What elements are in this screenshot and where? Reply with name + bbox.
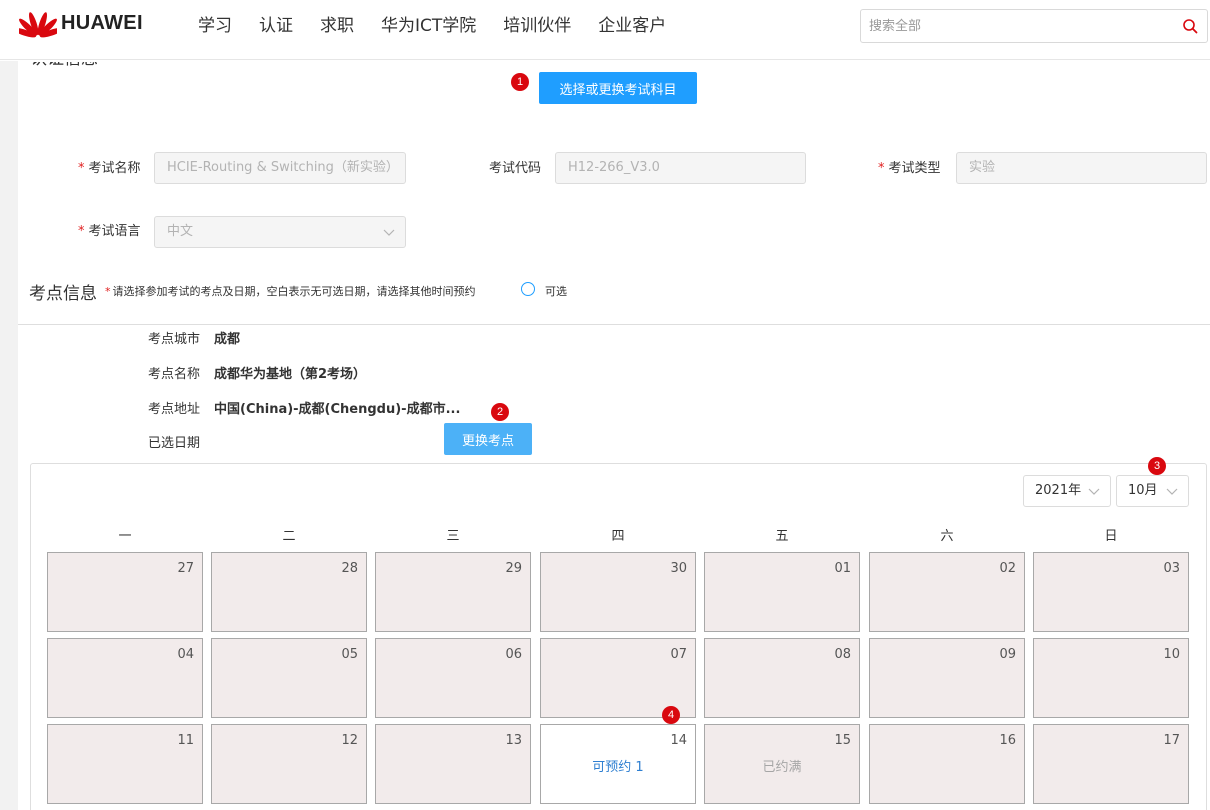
day-number: 29 [505,561,522,576]
calendar-day: 02 [869,552,1025,632]
day-number: 04 [177,647,194,662]
calendar-day: 11 [47,724,203,804]
site-city-label: 考点城市 [148,332,201,347]
top-navigation-bar: HUAWEI 学习 认证 求职 华为ICT学院 培训伙伴 企业客户 [0,0,1210,60]
day-number: 09 [999,647,1016,662]
day-number: 28 [341,561,358,576]
day-number: 15 [834,733,851,748]
site-city-value: 成都 [214,332,241,347]
weekday-header: 一 [118,529,132,544]
calendar-day: 03 [1033,552,1189,632]
day-number: 30 [670,561,687,576]
month-select-value: 10月 [1128,483,1158,498]
calendar-day: 05 [211,638,367,718]
exam-type-field: 实验 [956,152,1207,184]
weekday-header: 四 [611,529,625,544]
nav-item-certification[interactable]: 认证 [259,14,293,38]
change-site-button[interactable]: 更换考点 [444,423,532,455]
exam-language-label: * 考试语言 [78,224,141,239]
calendar-day: 04 [47,638,203,718]
nav-item-enterprise[interactable]: 企业客户 [598,14,666,38]
huawei-flower-logo-icon [19,12,57,38]
logo-text: HUAWEI [61,11,143,34]
huawei-logo[interactable]: HUAWEI [19,8,143,38]
available-legend-label: 可选 [545,285,567,298]
calendar-day: 27 [47,552,203,632]
step-badge-3: 3 [1148,457,1166,475]
section-divider [18,324,1210,325]
calendar-day: 15 已约满 [704,724,860,804]
day-number: 05 [341,647,358,662]
weekday-header: 五 [775,529,789,544]
weekday-header: 三 [446,529,460,544]
nav-item-training-partners[interactable]: 培训伙伴 [503,14,571,38]
site-name-value: 成都华为基地（第2考场） [214,367,367,382]
available-legend-icon [521,282,535,296]
step-badge-4: 4 [662,706,680,724]
exam-name-label: * 考试名称 [78,161,141,176]
site-address-label: 考点地址 [148,402,201,417]
year-select-value: 2021年 [1035,483,1082,498]
weekday-header: 六 [940,529,954,544]
calendar-day: 08 [704,638,860,718]
selected-date-label: 已选日期 [148,436,201,451]
day-number: 10 [1163,647,1180,662]
site-name-label: 考点名称 [148,367,201,382]
calendar-day: 29 [375,552,531,632]
nav-item-jobs[interactable]: 求职 [320,14,354,38]
search-box[interactable] [860,9,1208,43]
day-number: 03 [1163,561,1180,576]
step-badge-2: 2 [491,403,509,421]
day-number: 14 [670,733,687,748]
weekday-header: 二 [282,529,296,544]
chevron-down-icon [1166,488,1178,495]
day-number: 08 [834,647,851,662]
exam-language-select[interactable]: 中文 [154,216,406,248]
search-input[interactable] [869,16,1169,36]
main-nav: 学习 认证 求职 华为ICT学院 培训伙伴 企业客户 [198,14,693,38]
exam-type-label: * 考试类型 [878,161,941,176]
day-number: 27 [177,561,194,576]
slot-available-label[interactable]: 可预约 1 [541,756,695,775]
calendar-day: 09 [869,638,1025,718]
nav-item-learning[interactable]: 学习 [198,14,232,38]
exam-language-value: 中文 [167,224,194,239]
calendar-day: 17 [1033,724,1189,804]
site-section-title: 考点信息 [29,284,97,304]
day-number: 11 [177,733,194,748]
day-number: 06 [505,647,522,662]
select-exam-button[interactable]: 选择或更换考试科目 [539,72,697,104]
site-address-value: 中国(China)-成都(Chengdu)-成都市... [214,402,461,417]
site-hint-text: * 请选择参加考试的考点及日期，空白表示无可选日期，请选择其他时间预约 [105,285,476,298]
calendar-day: 16 [869,724,1025,804]
day-number: 07 [670,647,687,662]
year-select[interactable]: 2021年 [1023,475,1111,507]
nav-item-ict-academy[interactable]: 华为ICT学院 [381,14,476,38]
month-select[interactable]: 10月 [1116,475,1189,507]
slot-full-label: 已约满 [762,760,802,775]
left-gutter [0,61,18,810]
calendar-day: 06 [375,638,531,718]
chevron-down-icon [1088,488,1100,495]
day-number: 01 [834,561,851,576]
calendar-day: 10 [1033,638,1189,718]
day-number: 02 [999,561,1016,576]
calendar-day: 28 [211,552,367,632]
weekday-header: 日 [1104,529,1118,544]
step-badge-1: 1 [511,73,529,91]
calendar-day: 01 [704,552,860,632]
calendar-day: 12 [211,724,367,804]
calendar-day-available[interactable]: 14 可预约 1 [540,724,696,804]
day-number: 13 [505,733,522,748]
search-icon[interactable] [1182,18,1198,34]
day-number: 12 [341,733,358,748]
day-number: 16 [999,733,1016,748]
calendar-day: 13 [375,724,531,804]
exam-code-label: 考试代码 [489,161,542,176]
calendar-day: 30 [540,552,696,632]
exam-name-field: HCIE-Routing & Switching（新实验） [154,152,406,184]
chevron-down-icon [383,229,395,236]
exam-code-field: H12-266_V3.0 [555,152,806,184]
day-number: 17 [1163,733,1180,748]
